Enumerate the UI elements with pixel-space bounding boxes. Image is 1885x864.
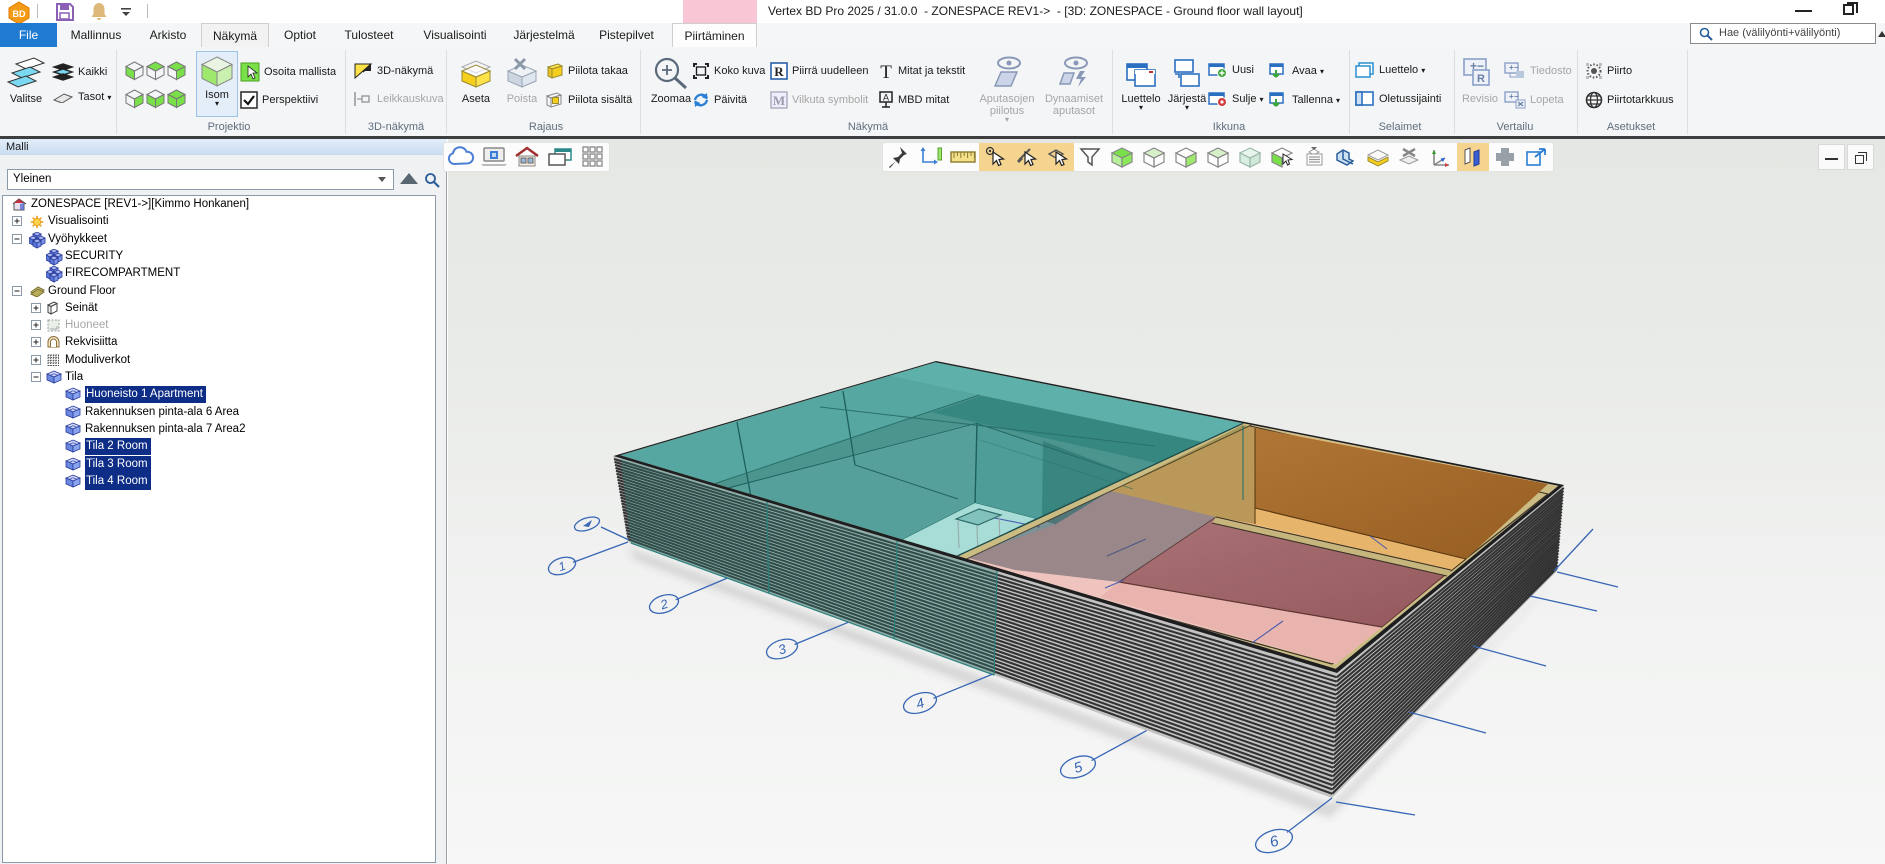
svg-text:5: 5 [1072, 759, 1086, 777]
svg-text:4: 4 [914, 694, 927, 712]
svg-text:BD: BD [13, 9, 26, 19]
svg-text:2: 2 [658, 597, 670, 613]
svg-text:T: T [880, 62, 892, 80]
svg-text:6: 6 [1268, 832, 1282, 851]
svg-text:1: 1 [557, 559, 568, 574]
svg-text:R: R [1477, 73, 1485, 85]
svg-text:3: 3 [776, 641, 788, 658]
svg-text:A: A [883, 93, 889, 103]
svg-text:−: − [1514, 63, 1519, 72]
svg-text:M: M [773, 93, 785, 108]
svg-text:R: R [774, 64, 784, 79]
